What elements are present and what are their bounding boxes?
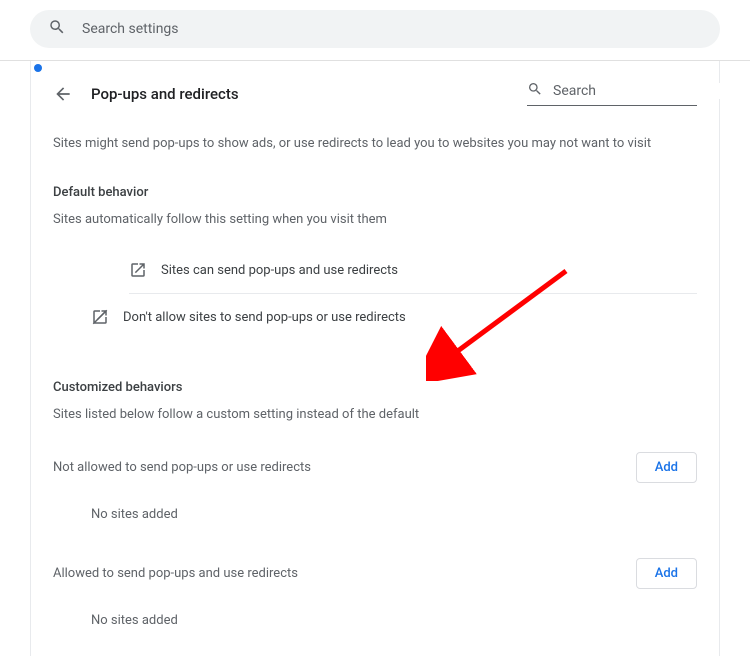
settings-panel: Pop-ups and redirects Sites might send p… — [30, 61, 720, 656]
allowed-row: Allowed to send pop-ups and use redirect… — [53, 558, 697, 589]
global-search-input[interactable] — [82, 21, 702, 37]
not-allowed-empty: No sites added — [91, 507, 697, 522]
radio-label-allow: Sites can send pop-ups and use redirects — [161, 263, 398, 278]
not-allowed-label: Not allowed to send pop-ups or use redir… — [53, 460, 311, 475]
global-search-bar[interactable] — [30, 10, 720, 48]
popup-allowed-icon — [129, 261, 147, 279]
back-button[interactable] — [53, 84, 73, 104]
default-behavior-subtitle: Sites automatically follow this setting … — [53, 212, 697, 227]
panel-search-input[interactable] — [553, 83, 731, 99]
radio-option-block[interactable]: Don't allow sites to send pop-ups or use… — [53, 294, 697, 340]
not-allowed-row: Not allowed to send pop-ups or use redir… — [53, 452, 697, 483]
radio-group: Sites can send pop-ups and use redirects… — [53, 247, 697, 340]
search-icon — [48, 18, 66, 40]
radio-option-allow[interactable]: Sites can send pop-ups and use redirects — [53, 247, 697, 294]
allowed-empty: No sites added — [91, 613, 697, 628]
page-title: Pop-ups and redirects — [91, 85, 239, 103]
default-behavior-title: Default behavior — [53, 185, 697, 200]
customized-title: Customized behaviors — [53, 380, 697, 395]
search-icon — [527, 81, 553, 101]
allowed-label: Allowed to send pop-ups and use redirect… — [53, 566, 298, 581]
add-allowed-button[interactable]: Add — [636, 558, 697, 589]
panel-header: Pop-ups and redirects — [53, 81, 697, 106]
radio-label-block: Don't allow sites to send pop-ups or use… — [123, 310, 406, 325]
add-not-allowed-button[interactable]: Add — [636, 452, 697, 483]
popup-blocked-icon — [91, 308, 109, 326]
header-left: Pop-ups and redirects — [53, 84, 239, 104]
customized-subtitle: Sites listed below follow a custom setti… — [53, 407, 697, 422]
panel-search[interactable] — [527, 81, 697, 106]
page-description: Sites might send pop-ups to show ads, or… — [53, 136, 697, 151]
